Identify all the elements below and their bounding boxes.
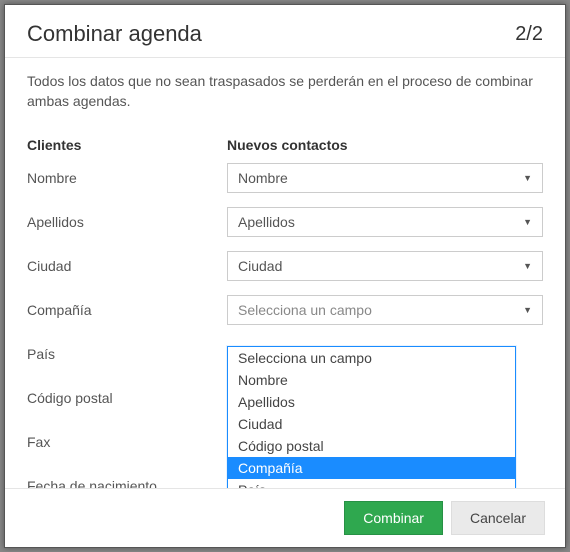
field-select-compania[interactable]: Selecciona un campo ▼ [227, 295, 543, 325]
dropdown-option[interactable]: Apellidos [228, 391, 515, 413]
combine-button[interactable]: Combinar [344, 501, 443, 535]
field-row: Compañía Selecciona un campo ▼ [27, 295, 543, 325]
chevron-down-icon: ▼ [523, 217, 532, 227]
modal-body[interactable]: Todos los datos que no sean traspasados … [5, 58, 565, 488]
field-label: Código postal [27, 390, 227, 406]
dropdown-option[interactable]: Nombre [228, 369, 515, 391]
chevron-down-icon: ▼ [523, 305, 532, 315]
chevron-down-icon: ▼ [523, 261, 532, 271]
select-value: Ciudad [238, 258, 282, 274]
dropdown-options-list[interactable]: Selecciona un campo Nombre Apellidos Ciu… [227, 346, 516, 488]
col-header-contacts: Nuevos contactos [227, 137, 543, 153]
field-label: Fax [27, 434, 227, 450]
select-value: Selecciona un campo [238, 302, 372, 318]
field-select-apellidos[interactable]: Apellidos ▼ [227, 207, 543, 237]
field-label: Ciudad [27, 258, 227, 274]
dropdown-option[interactable]: Ciudad [228, 413, 515, 435]
col-header-clients: Clientes [27, 137, 227, 153]
field-label: Nombre [27, 170, 227, 186]
dropdown-option-selected[interactable]: Compañía [228, 457, 515, 479]
merge-agenda-modal: Combinar agenda 2/2 Todos los datos que … [4, 4, 566, 548]
field-row: Nombre Nombre ▼ [27, 163, 543, 193]
field-label: País [27, 346, 227, 362]
dropdown-option[interactable]: Código postal [228, 435, 515, 457]
description-text: Todos los datos que no sean traspasados … [27, 72, 543, 111]
field-label: Compañía [27, 302, 227, 318]
dropdown-option[interactable]: Selecciona un campo [228, 347, 515, 369]
dropdown-option[interactable]: País [228, 479, 515, 488]
field-label: Apellidos [27, 214, 227, 230]
field-select-ciudad[interactable]: Ciudad ▼ [227, 251, 543, 281]
field-label: Fecha de nacimiento [27, 478, 227, 488]
cancel-button[interactable]: Cancelar [451, 501, 545, 535]
select-value: Apellidos [238, 214, 295, 230]
field-row: Ciudad Ciudad ▼ [27, 251, 543, 281]
chevron-down-icon: ▼ [523, 173, 532, 183]
field-select-nombre[interactable]: Nombre ▼ [227, 163, 543, 193]
modal-title: Combinar agenda [27, 21, 202, 47]
field-row: Apellidos Apellidos ▼ [27, 207, 543, 237]
modal-header: Combinar agenda 2/2 [5, 5, 565, 58]
select-value: Nombre [238, 170, 288, 186]
columns-header: Clientes Nuevos contactos [27, 137, 543, 153]
step-indicator: 2/2 [515, 23, 543, 46]
modal-footer: Combinar Cancelar [5, 488, 565, 547]
